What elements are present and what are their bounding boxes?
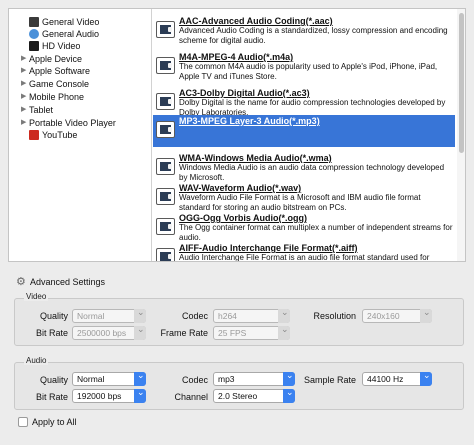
disclosure-arrow-icon[interactable]: ▶ xyxy=(21,78,26,90)
audio-channel-select[interactable]: 2.0 Stereo xyxy=(213,386,295,403)
video-resolution-select: 240x160 xyxy=(362,306,432,323)
format-item-wav[interactable]: WAV-Waveform Audio(*.wav) Waveform Audio… xyxy=(153,182,455,212)
video-quality-select: Normal xyxy=(72,306,146,323)
audio-format-icon xyxy=(156,218,175,235)
audio-format-icon xyxy=(156,248,175,261)
video-framerate-label: Frame Rate xyxy=(160,328,208,338)
audio-codec-select[interactable]: mp3 xyxy=(213,369,295,386)
audio-format-icon xyxy=(156,158,175,175)
audio-channel-label: Channel xyxy=(174,392,208,402)
audio-format-icon xyxy=(156,121,175,138)
audio-quality-select[interactable]: Normal xyxy=(72,369,146,386)
audio-samplerate-label: Sample Rate xyxy=(303,375,356,385)
gear-icon: ⚙ xyxy=(16,276,26,288)
top-panel: General Video General Audio HD Video ▶ A… xyxy=(8,8,466,262)
youtube-icon xyxy=(29,130,39,140)
video-framerate-select: 25 FPS xyxy=(213,323,290,340)
audio-samplerate-select[interactable]: 44100 Hz xyxy=(362,369,432,386)
audio-format-icon xyxy=(156,93,175,110)
video-codec-select: h264 xyxy=(213,306,290,323)
audio-bitrate-label: Bit Rate xyxy=(35,392,68,402)
format-item-m4a[interactable]: M4A-MPEG-4 Audio(*.m4a) The common M4A a… xyxy=(153,51,455,81)
format-list: AAC-Advanced Audio Coding(*.aac) Advance… xyxy=(153,9,465,261)
disclosure-arrow-icon[interactable]: ▶ xyxy=(21,117,26,129)
chevron-down-icon xyxy=(283,369,295,386)
format-item-aiff[interactable]: AIFF-Audio Interchange File Format(*.aif… xyxy=(153,242,455,261)
video-bitrate-select: 2500000 bps xyxy=(72,323,146,340)
audio-quality-label: Quality xyxy=(39,375,68,385)
chevron-down-icon xyxy=(420,306,432,323)
disclosure-arrow-icon[interactable]: ▶ xyxy=(21,53,26,65)
chevron-down-icon xyxy=(420,369,432,386)
chevron-down-icon xyxy=(278,323,290,340)
audio-format-icon xyxy=(156,21,175,38)
video-group-title: Video xyxy=(24,292,49,301)
chevron-down-icon xyxy=(134,369,146,386)
video-quality-label: Quality xyxy=(39,311,68,321)
format-item-ac3[interactable]: AC3-Dolby Digital Audio(*.ac3) Dolby Dig… xyxy=(153,87,455,117)
format-item-ogg[interactable]: OGG-Ogg Vorbis Audio(*.ogg) The Ogg cont… xyxy=(153,212,455,242)
scrollbar-thumb[interactable] xyxy=(459,13,464,153)
audio-bitrate-select[interactable]: 192000 bps xyxy=(72,386,146,403)
format-item-mp3[interactable]: MP3-MPEG Layer-3 Audio(*.mp3) xyxy=(153,115,455,147)
category-tree: General Video General Audio HD Video ▶ A… xyxy=(9,9,152,261)
audio-format-icon xyxy=(156,188,175,205)
disclosure-arrow-icon[interactable]: ▶ xyxy=(21,91,26,103)
disclosure-arrow-icon[interactable]: ▶ xyxy=(21,104,26,116)
chevron-down-icon xyxy=(283,386,295,403)
general-video-icon xyxy=(29,17,39,27)
audio-codec-label: Codec xyxy=(181,375,208,385)
video-resolution-label: Resolution xyxy=(313,311,356,321)
hd-video-icon xyxy=(29,41,39,51)
video-codec-label: Codec xyxy=(181,311,208,321)
checkbox-box[interactable] xyxy=(18,417,28,427)
disclosure-arrow-icon[interactable]: ▶ xyxy=(21,65,26,77)
general-audio-icon xyxy=(29,29,39,39)
audio-format-icon xyxy=(156,57,175,74)
video-bitrate-label: Bit Rate xyxy=(35,328,68,338)
chevron-down-icon xyxy=(134,323,146,340)
chevron-down-icon xyxy=(134,386,146,403)
format-item-aac[interactable]: AAC-Advanced Audio Coding(*.aac) Advance… xyxy=(153,15,455,45)
audio-group-title: Audio xyxy=(24,356,49,365)
format-item-wma[interactable]: WMA-Windows Media Audio(*.wma) Windows M… xyxy=(153,152,455,182)
format-list-scrollbar[interactable] xyxy=(457,9,465,261)
chevron-down-icon xyxy=(134,306,146,323)
chevron-down-icon xyxy=(278,306,290,323)
